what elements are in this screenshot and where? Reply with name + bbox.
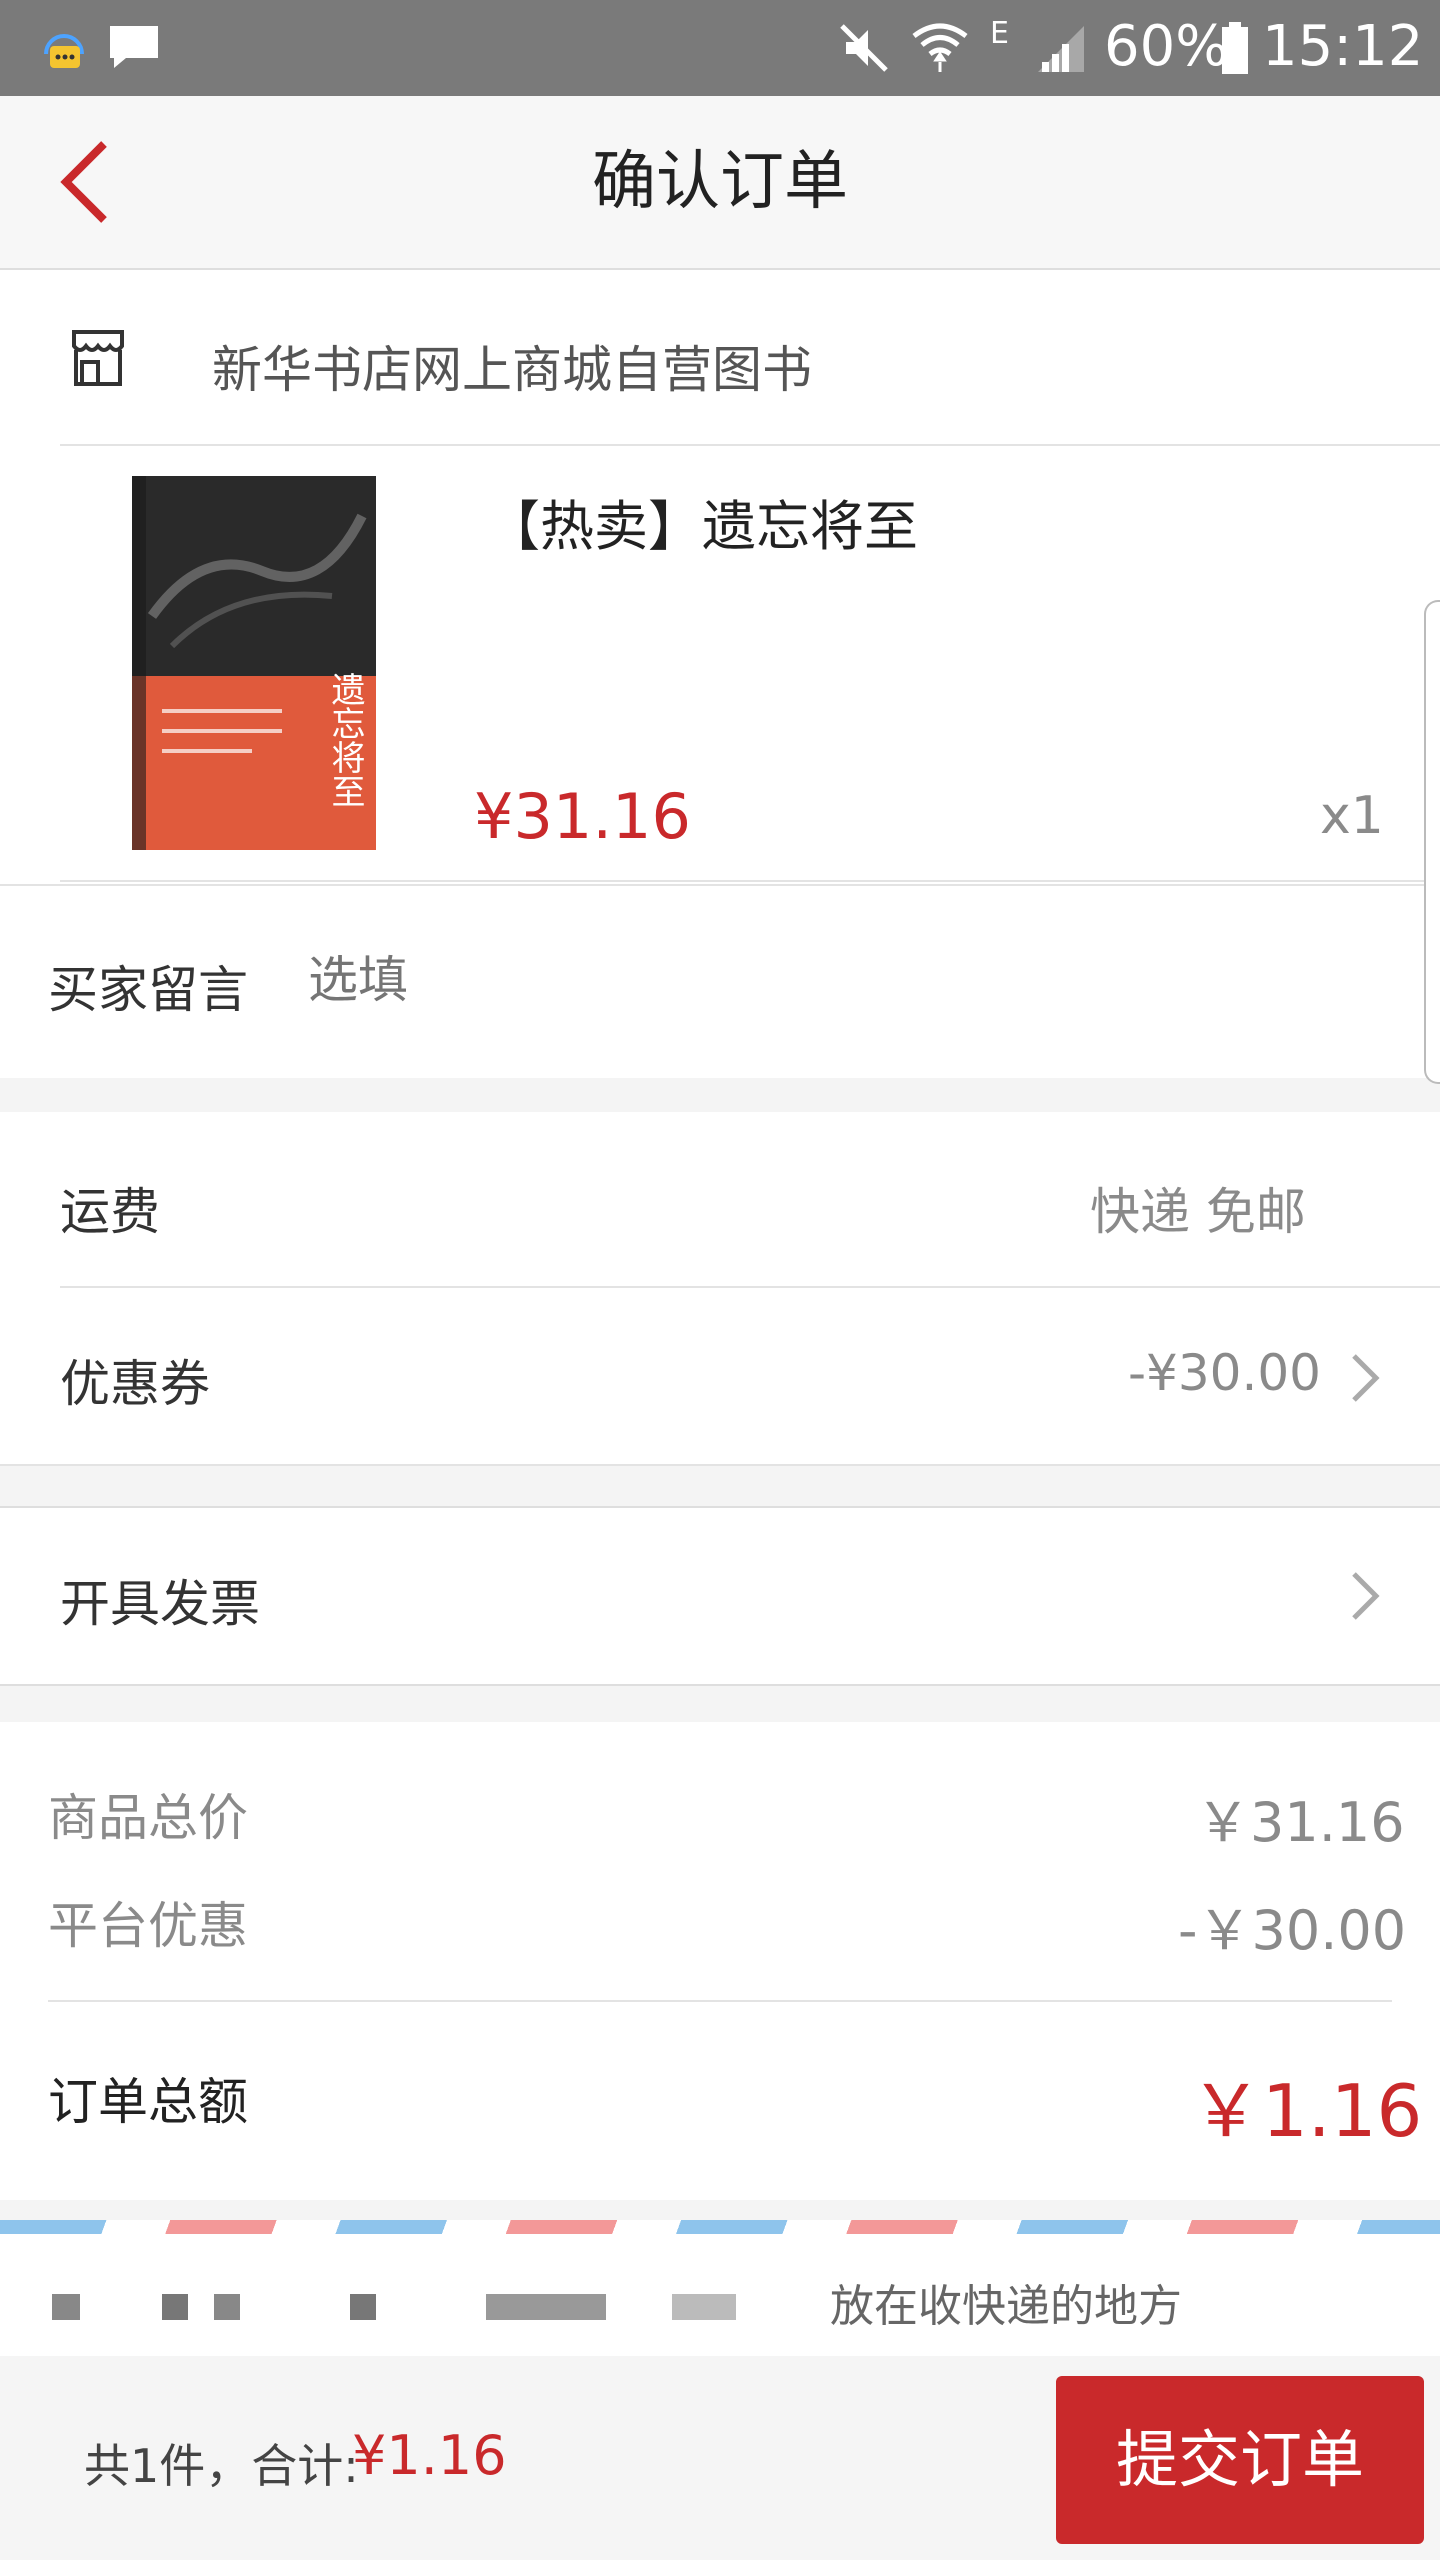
redacted-address [52,2294,752,2320]
shipping-coupon-section: 运费 快递 免邮 优惠券 -¥30.00 [0,1112,1440,1466]
back-button[interactable] [40,132,140,232]
coupon-label: 优惠券 [60,1355,210,1413]
page-title: 确认订单 [592,145,848,219]
order-total-label: 订单总额 [48,2073,248,2131]
shipping-label: 运费 [60,1183,160,1241]
chevron-left-icon [60,141,107,223]
navigation-bar: 确认订单 [0,96,1440,270]
coupon-row[interactable]: 优惠券 -¥30.00 [0,1288,1440,1464]
invoice-label: 开具发票 [60,1575,260,1633]
mute-icon [836,20,892,76]
platform-discount-value: -￥30.00 [1178,1899,1407,1962]
coupon-value: -¥30.00 [1128,1344,1321,1402]
product-quantity: x1 [1320,786,1384,846]
buyer-message-label: 买家留言 [48,961,248,1019]
chat-bubble-icon [36,20,92,76]
product-price: ¥31.16 [474,780,691,853]
network-type: E [990,16,1009,51]
chevron-right-icon [1344,1348,1384,1408]
cover-title: 遗忘将至 [325,672,365,808]
message-icon [106,22,162,72]
store-name: 新华书店网上商城自营图书 [212,341,812,399]
address-stripe [0,2220,1440,2234]
footer-total: ¥1.16 [352,2424,507,2487]
product-divider [60,880,1440,882]
buyer-message-input[interactable] [306,934,1390,1026]
wifi-icon [910,18,970,74]
submit-order-button[interactable]: 提交订单 [1056,2376,1424,2544]
order-total-value: ￥1.16 [1190,2069,1423,2153]
product-image: 遗忘将至 [132,476,376,850]
footer-count: 共1件，合计: [84,2439,359,2493]
invoice-row[interactable]: 开具发票 [0,1506,1440,1686]
summary-divider [48,2000,1392,2002]
platform-discount-label: 平台优惠 [48,1897,248,1955]
goods-total-value: ￥31.16 [1196,1791,1405,1854]
clock: 15:12 [1262,14,1424,79]
product-title: 【热卖】遗忘将至 [486,495,918,558]
message-divider [0,884,1440,886]
store-icon [66,326,130,390]
battery-percent: 60% [1104,14,1229,79]
shipping-value: 快递 免邮 [1090,1183,1306,1241]
chevron-right-icon [1344,1566,1384,1626]
price-summary: 商品总价 ￥31.16 平台优惠 -￥30.00 订单总额 ￥1.16 [0,1722,1440,2200]
coupon-divider [0,1464,1440,1466]
store-divider [60,444,1440,446]
address-hint: 放在收快递的地方 [830,2281,1182,2332]
scroll-handle[interactable] [1424,600,1440,1084]
signal-icon [1036,24,1086,74]
status-bar: E 60% 15:12 [0,0,1440,96]
goods-total-label: 商品总价 [48,1789,248,1847]
battery-icon [1220,20,1250,76]
address-row: 放在收快递的地方 [0,2234,1440,2356]
